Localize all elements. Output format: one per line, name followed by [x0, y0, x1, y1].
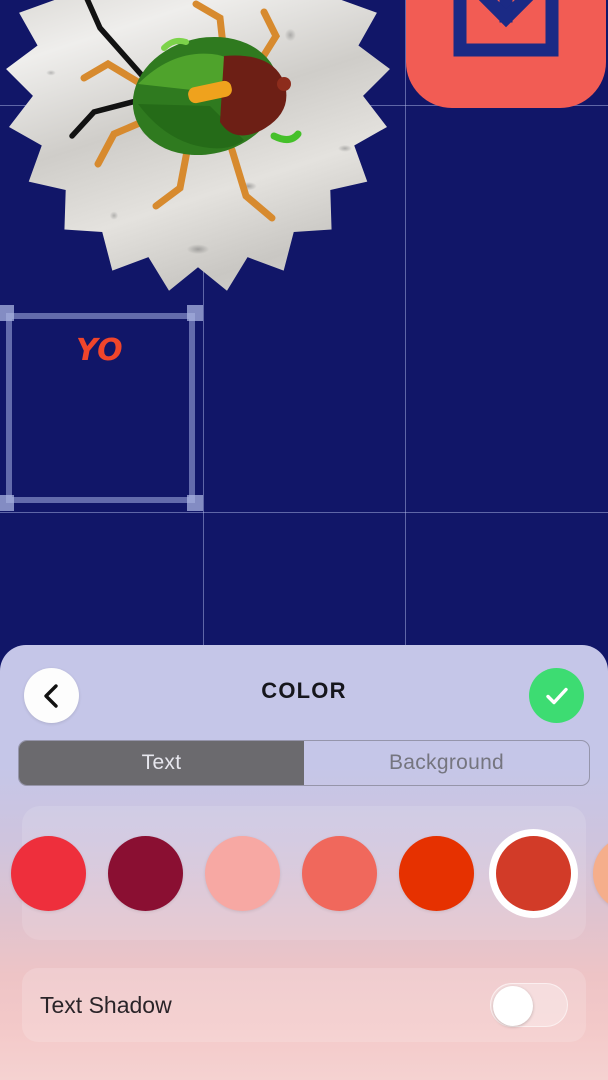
download-badge[interactable]: [406, 0, 606, 108]
grid-line-vertical-2: [405, 0, 406, 660]
editor-screen: YO COLOR Text Background Text Shadow: [0, 0, 608, 1080]
color-swatch-6[interactable]: [496, 835, 571, 911]
grid-line-horizontal-2: [0, 512, 608, 513]
color-swatch-7[interactable]: [593, 835, 608, 911]
download-icon: [453, 0, 559, 57]
color-swatch-2[interactable]: [108, 835, 183, 911]
tab-background[interactable]: Background: [304, 741, 589, 785]
resize-handle-top-right[interactable]: [187, 305, 203, 321]
photo-sticker-starburst[interactable]: [6, 0, 390, 291]
panel-title: COLOR: [261, 678, 347, 703]
text-shadow-toggle[interactable]: [490, 983, 568, 1027]
tab-text[interactable]: Text: [19, 741, 304, 785]
toggle-knob: [493, 986, 533, 1026]
design-canvas[interactable]: YO: [0, 0, 608, 660]
color-swatch-4[interactable]: [302, 835, 377, 911]
color-swatch-list[interactable]: [0, 806, 608, 940]
text-shadow-label: Text Shadow: [40, 991, 172, 1018]
resize-handle-top-left[interactable]: [0, 305, 14, 321]
resize-handle-bottom-left[interactable]: [0, 495, 14, 511]
color-target-segmented-control[interactable]: Text Background: [18, 740, 590, 786]
color-swatch-5[interactable]: [399, 835, 474, 911]
canvas-text-yo[interactable]: YO: [76, 333, 123, 368]
resize-handle-bottom-right[interactable]: [187, 495, 203, 511]
color-swatch-1[interactable]: [11, 835, 86, 911]
text-shadow-row[interactable]: Text Shadow: [22, 968, 586, 1042]
color-swatch-3[interactable]: [205, 835, 280, 911]
shield-bug-illustration: [69, 0, 302, 222]
